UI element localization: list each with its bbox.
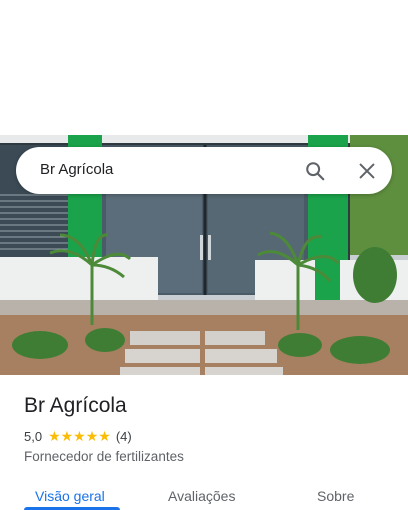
tab-reviews[interactable]: Avaliações <box>168 488 235 504</box>
place-title: Br Agrícola <box>24 394 127 417</box>
star-rating-icon: ★★★★★ <box>48 428 111 444</box>
place-category: Fornecedor de fertilizantes <box>24 449 184 464</box>
review-count[interactable]: (4) <box>116 429 132 444</box>
blank-header-area <box>0 0 408 135</box>
tab-about[interactable]: Sobre <box>317 488 354 504</box>
search-icon[interactable] <box>304 160 326 182</box>
rating-row[interactable]: 5,0 ★★★★★ (4) <box>24 428 132 445</box>
search-bar[interactable]: Br Agrícola <box>16 147 392 194</box>
tab-overview[interactable]: Visão geral <box>35 488 105 504</box>
rating-value: 5,0 <box>24 429 43 444</box>
close-icon[interactable] <box>356 160 378 182</box>
search-input[interactable]: Br Agrícola <box>40 161 113 178</box>
